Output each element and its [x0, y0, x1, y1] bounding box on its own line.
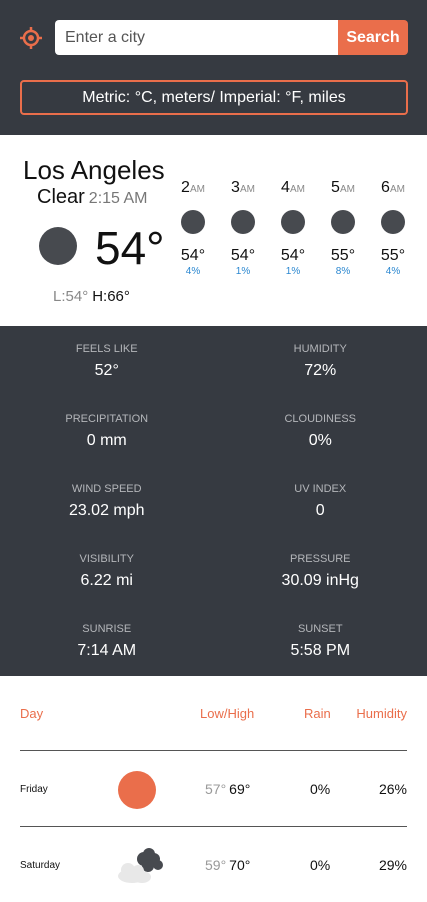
detail-value: 7:14 AM [77, 642, 137, 659]
daily-forecast: Day Low/High Rain Humidity Friday 57° 69°… [0, 676, 427, 902]
moon-icon [231, 210, 255, 234]
moon-icon [331, 210, 355, 234]
detail-value: 0 mm [86, 432, 127, 449]
current-temperature: 54° [95, 222, 165, 274]
hourly-item: 3AM 54° 1% [218, 179, 268, 277]
detail-humidity: HUMIDITY 72% [214, 342, 427, 412]
detail-label: VISIBILITY [79, 553, 134, 565]
detail-value: 6.22 mi [80, 572, 133, 589]
forecast-high: 69° [229, 781, 251, 797]
hour-temp: 54° [230, 247, 256, 264]
forecast-low: 57° [205, 781, 227, 797]
hour-label: 6AM [381, 179, 405, 196]
top-bar: Search Metric: °C, meters/ Imperial: °F,… [0, 0, 427, 135]
detail-wind-speed: WIND SPEED 23.02 mph [0, 482, 214, 552]
hour-precip: 4% [185, 266, 201, 277]
forecast-row: Friday 57° 69° 0% 26% [20, 751, 407, 827]
hour-precip: 8% [335, 266, 351, 277]
detail-value: 23.02 mph [68, 502, 145, 519]
forecast-high: 70° [229, 857, 251, 873]
detail-label: UV INDEX [294, 483, 347, 495]
forecast-day: Friday [20, 784, 48, 795]
detail-label: CLOUDINESS [284, 413, 357, 425]
sun-icon [118, 771, 156, 809]
city-search-input[interactable] [55, 20, 338, 55]
high-temp: H:66° [92, 288, 130, 305]
search-button[interactable]: Search [338, 20, 408, 55]
forecast-low: 59° [205, 857, 227, 873]
detail-feels-like: FEELS LIKE 52° [0, 342, 214, 412]
hourly-forecast: 2AM 54° 4% 3AM 54° 1% 4AM 54° 1% 5AM 55°… [168, 179, 418, 277]
detail-value: 0% [308, 432, 332, 449]
hour-precip: 1% [235, 266, 251, 277]
location-button[interactable] [20, 27, 42, 49]
forecast-rain: 0% [310, 857, 331, 873]
detail-value: 52° [94, 362, 119, 379]
crosshair-icon [20, 27, 42, 49]
hour-label: 5AM [331, 179, 355, 196]
detail-cloudiness: CLOUDINESS 0% [214, 412, 427, 482]
detail-value: 72% [304, 362, 337, 379]
hourly-item: 2AM 54° 4% [168, 179, 218, 277]
detail-value: 0 [315, 502, 325, 519]
units-toggle-button[interactable]: Metric: °C, meters/ Imperial: °F, miles [20, 80, 408, 115]
weather-details: FEELS LIKE 52° HUMIDITY 72% PRECIPITATION 0… [0, 326, 427, 676]
detail-label: PRESSURE [289, 553, 351, 565]
local-time: 2:15 AM [88, 190, 148, 207]
detail-label: SUNSET [297, 623, 343, 635]
header-lowhigh: Low/High [200, 706, 255, 721]
moon-icon [39, 227, 77, 265]
detail-value: 5:58 PM [290, 642, 351, 659]
moon-icon [181, 210, 205, 234]
hourly-item: 6AM 55° 4% [368, 179, 418, 277]
moon-icon [281, 210, 305, 234]
detail-label: WIND SPEED [71, 483, 142, 495]
low-temp: L:54° [53, 288, 89, 305]
hour-temp: 55° [330, 247, 356, 264]
forecast-humidity: 26% [378, 781, 407, 797]
forecast-lowhigh: 57° 69° [205, 781, 250, 797]
detail-label: HUMIDITY [293, 343, 347, 355]
hour-temp: 54° [280, 247, 306, 264]
forecast-day: Saturday [20, 860, 61, 871]
header-humidity: Humidity [356, 706, 407, 721]
detail-label: SUNRISE [82, 623, 132, 635]
forecast-lowhigh: 59° 70° [205, 857, 250, 873]
detail-label: PRECIPITATION [65, 413, 149, 425]
hour-label: 3AM [231, 179, 255, 196]
condition-text: Clear [37, 186, 85, 208]
current-weather: Los Angeles Clear 2:15 AM 54° L:54° H:66° … [0, 135, 427, 326]
forecast-rain: 0% [310, 781, 331, 797]
hour-precip: 1% [285, 266, 301, 277]
search-bar: Search [55, 20, 408, 55]
moon-icon [381, 210, 405, 234]
detail-precipitation: PRECIPITATION 0 mm [0, 412, 214, 482]
detail-uv-index: UV INDEX 0 [214, 482, 427, 552]
low-high: L:54° H:66° [53, 288, 130, 305]
forecast-header: Day Low/High Rain Humidity [20, 676, 407, 751]
forecast-row: Saturday 59° 70° 0% 29% [20, 827, 407, 902]
forecast-humidity: 29% [378, 857, 407, 873]
header-day: Day [20, 706, 44, 721]
detail-pressure: PRESSURE 30.09 inHg [214, 552, 427, 622]
detail-value: 30.09 inHg [281, 572, 359, 589]
condition-line: Clear 2:15 AM [37, 186, 148, 209]
hour-temp: 54° [180, 247, 206, 264]
hour-precip: 4% [385, 266, 401, 277]
hour-label: 2AM [181, 179, 205, 196]
cloudy-icon [118, 848, 163, 883]
city-name: Los Angeles [23, 155, 165, 185]
header-rain: Rain [304, 706, 331, 721]
hour-label: 4AM [281, 179, 305, 196]
hourly-item: 5AM 55° 8% [318, 179, 368, 277]
hour-temp: 55° [380, 247, 406, 264]
detail-label: FEELS LIKE [75, 343, 138, 355]
detail-visibility: VISIBILITY 6.22 mi [0, 552, 214, 622]
hourly-item: 4AM 54° 1% [268, 179, 318, 277]
